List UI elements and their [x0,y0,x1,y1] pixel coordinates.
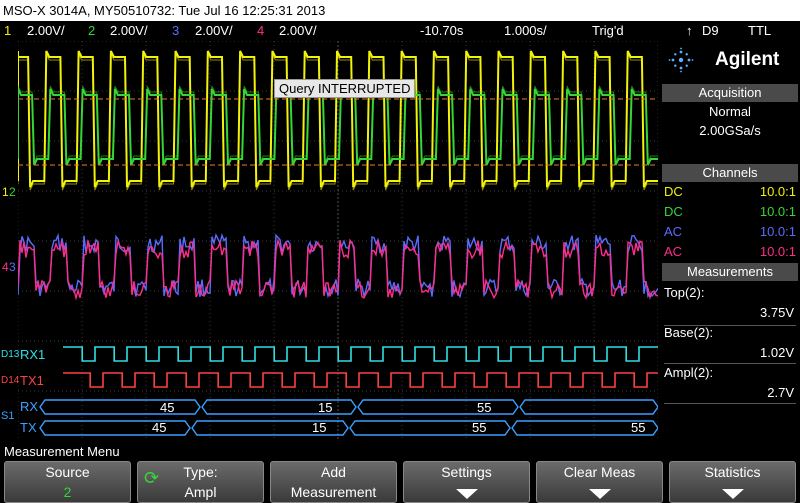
ch2-scale[interactable]: 2.00V/ [110,21,148,41]
submenu-arrow-icon [589,489,611,499]
divider [664,403,796,404]
source-value: 2 [63,484,72,500]
sample-rate: 2.00GSa/s [699,123,761,138]
type-label: Type: [183,464,218,480]
agilent-spark-icon [668,47,694,73]
add-label: Add [321,464,346,480]
ch3-number[interactable]: 3 [172,21,179,41]
tx1-label: TX1 [20,373,44,388]
ch2-ground-marker[interactable]: 2 [9,185,16,199]
type-softkey[interactable]: ⟳ Type: Ampl [137,461,264,503]
measurement-top-value: 3.75V [760,305,794,320]
s1-marker[interactable]: S1 [1,410,14,422]
ch4-scale[interactable]: 2.00V/ [279,21,317,41]
rx-byte-2: 15 [318,400,333,415]
query-interrupted-notice: Query INTERRUPTED [274,79,416,98]
channels-header[interactable]: Channels [662,164,798,182]
acquisition-header[interactable]: Acquisition [662,84,798,102]
statistics-softkey[interactable]: Statistics [669,461,796,503]
brand-logo: Agilent [715,49,780,70]
ch2-number[interactable]: 2 [88,21,95,41]
measurement-base-value: 1.02V [760,345,794,360]
tx-byte-3: 55 [472,420,487,435]
time-offset[interactable]: -10.70s [420,21,463,41]
measurement-ampl-value: 2.7V [767,385,794,400]
serial-tx-label: TX [20,420,37,435]
ch3-ground-marker[interactable]: 3 [9,260,16,274]
tx-byte-2: 15 [312,420,327,435]
clear-meas-label: Clear Meas [563,464,636,480]
type-value: Ampl [184,484,217,500]
menu-title: Measurement Menu [0,443,800,461]
ch3-probe: 10.0:1 [759,224,796,239]
clear-meas-softkey[interactable]: Clear Meas [536,461,663,503]
acquisition-mode: Normal [709,104,751,119]
info-panel: Agilent Acquisition Normal 2.00GSa/s Cha… [660,41,800,440]
measurement-base-name: Base(2): [664,325,714,340]
ch2-coupling: DC [664,204,683,219]
ch4-number[interactable]: 4 [257,21,264,41]
ch1-coupling: DC [664,184,683,199]
rx1-label: RX1 [20,347,46,362]
tx-byte-4: 55 [631,420,646,435]
rx-byte-1: 45 [160,400,175,415]
waveform-display[interactable] [18,41,658,440]
trigger-edge-icon: ↑ [686,23,693,38]
ch4-probe: 10.0:1 [759,244,796,259]
source-label: Source [45,464,90,480]
rx-byte-3: 55 [477,400,492,415]
channel-scale-bar: 1 2.00V/ 2 2.00V/ 3 2.00V/ 4 2.00V/ -10.… [0,21,800,41]
ch4-ground-marker[interactable]: 4 [2,260,9,274]
statistics-label: Statistics [704,464,761,480]
tx-byte-1: 45 [152,420,167,435]
submenu-arrow-icon [722,489,744,499]
measurement-top-name: Top(2): [664,285,705,300]
submenu-arrow-icon [456,489,478,499]
source-softkey[interactable]: Source 2 [4,461,131,503]
d13-marker[interactable]: D13 [1,349,19,360]
trigger-source[interactable]: D9 [702,21,719,41]
ch1-probe: 10.0:1 [759,184,796,199]
ch3-scale[interactable]: 2.00V/ [195,21,233,41]
trigger-status: Trig'd [592,23,624,38]
ch1-scale[interactable]: 2.00V/ [27,21,65,41]
measurement-ampl-name: Ampl(2): [664,365,714,380]
divider [664,363,796,364]
ch1-number[interactable]: 1 [4,21,11,41]
trigger-level[interactable]: TTL [748,21,771,41]
add-measurement-softkey[interactable]: Add Measurement [270,461,397,503]
timebase[interactable]: 1.000s/ [504,21,547,41]
ch2-probe: 10.0:1 [759,204,796,219]
measurement-label: Measurement [290,484,377,500]
d14-marker[interactable]: D14 [1,375,19,386]
ch4-coupling: AC [664,244,683,259]
window-title: MSO-X 3014A, MY50510732: Tue Jul 16 12:2… [0,0,800,21]
ch1-ground-marker[interactable]: 1 [2,185,9,199]
measurements-header[interactable]: Measurements [662,263,798,281]
serial-rx-label: RX [20,399,39,414]
ch3-coupling: AC [664,224,683,239]
settings-softkey[interactable]: Settings [403,461,530,503]
settings-label: Settings [441,464,492,480]
